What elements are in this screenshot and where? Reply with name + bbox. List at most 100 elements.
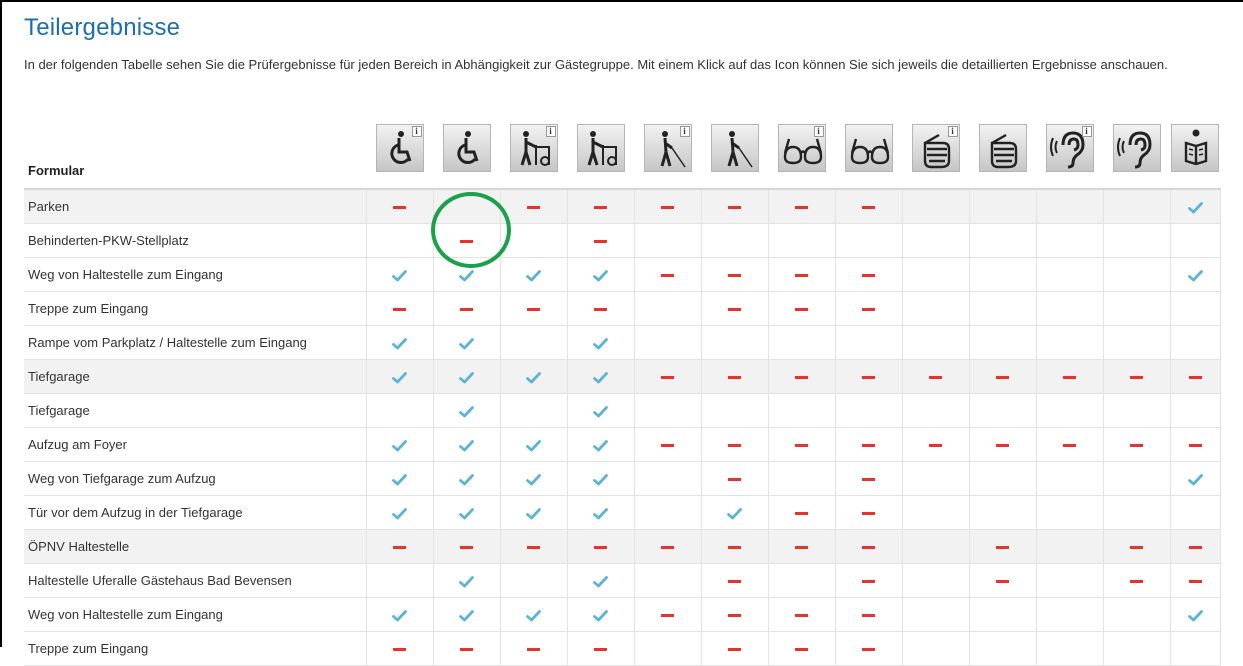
result-cell[interactable] [366, 461, 434, 496]
result-cell[interactable] [835, 257, 903, 292]
ear-icon[interactable] [1112, 123, 1161, 172]
result-cell[interactable] [366, 189, 434, 224]
ear-icon[interactable]: i [1045, 123, 1094, 172]
result-cell[interactable] [500, 257, 568, 292]
result-cell[interactable] [500, 189, 568, 224]
result-cell[interactable] [701, 359, 769, 394]
result-cell[interactable] [634, 257, 702, 292]
result-cell[interactable] [701, 461, 769, 496]
result-cell[interactable] [1103, 529, 1171, 564]
result-cell[interactable] [768, 631, 836, 666]
result-cell[interactable] [835, 189, 903, 224]
result-cell[interactable] [366, 325, 434, 360]
result-cell[interactable] [433, 597, 501, 632]
result-cell[interactable] [500, 291, 568, 326]
result-cell[interactable] [366, 631, 434, 666]
result-cell[interactable] [500, 597, 568, 632]
walker-icon[interactable]: i [509, 123, 558, 172]
result-cell[interactable] [500, 427, 568, 462]
glasses-icon[interactable] [844, 123, 893, 172]
walker-icon[interactable] [576, 123, 625, 172]
result-cell[interactable] [1036, 427, 1104, 462]
blind-cane-icon[interactable] [710, 123, 759, 172]
sign-language-icon[interactable] [978, 123, 1027, 172]
result-cell[interactable] [634, 529, 702, 564]
result-cell[interactable] [567, 325, 635, 360]
blind-cane-icon[interactable]: i [643, 123, 692, 172]
result-cell[interactable] [433, 393, 501, 428]
result-cell[interactable] [366, 597, 434, 632]
result-cell[interactable] [433, 257, 501, 292]
result-cell[interactable] [768, 427, 836, 462]
result-cell[interactable] [1103, 427, 1171, 462]
wheelchair-icon[interactable] [442, 123, 491, 172]
result-cell[interactable] [701, 529, 769, 564]
result-cell[interactable] [1170, 359, 1221, 394]
result-cell[interactable] [969, 359, 1037, 394]
result-cell[interactable] [1103, 563, 1171, 598]
result-cell[interactable] [366, 495, 434, 530]
result-cell[interactable] [567, 461, 635, 496]
result-cell[interactable] [835, 359, 903, 394]
result-cell[interactable] [433, 359, 501, 394]
result-cell[interactable] [768, 359, 836, 394]
reading-person-icon[interactable] [1171, 123, 1219, 172]
result-cell[interactable] [969, 427, 1037, 462]
result-cell[interactable] [1103, 359, 1171, 394]
result-cell[interactable] [835, 631, 903, 666]
glasses-icon[interactable]: i [777, 123, 826, 172]
result-cell[interactable] [366, 359, 434, 394]
result-cell[interactable] [500, 461, 568, 496]
result-cell[interactable] [902, 427, 970, 462]
result-cell[interactable] [366, 291, 434, 326]
result-cell[interactable] [433, 563, 501, 598]
result-cell[interactable] [835, 291, 903, 326]
result-cell[interactable] [500, 495, 568, 530]
result-cell[interactable] [433, 291, 501, 326]
result-cell[interactable] [500, 529, 568, 564]
result-cell[interactable] [1036, 359, 1104, 394]
result-cell[interactable] [768, 529, 836, 564]
result-cell[interactable] [567, 393, 635, 428]
result-cell[interactable] [567, 597, 635, 632]
result-cell[interactable] [701, 189, 769, 224]
result-cell[interactable] [969, 563, 1037, 598]
result-cell[interactable] [500, 631, 568, 666]
result-cell[interactable] [634, 427, 702, 462]
result-cell[interactable] [768, 291, 836, 326]
result-cell[interactable] [768, 495, 836, 530]
result-cell[interactable] [701, 563, 769, 598]
result-cell[interactable] [835, 427, 903, 462]
result-cell[interactable] [768, 257, 836, 292]
result-cell[interactable] [701, 597, 769, 632]
result-cell[interactable] [1170, 427, 1221, 462]
result-cell[interactable] [433, 495, 501, 530]
result-cell[interactable] [366, 257, 434, 292]
result-cell[interactable] [366, 529, 434, 564]
result-cell[interactable] [701, 495, 769, 530]
result-cell[interactable] [500, 359, 568, 394]
result-cell[interactable] [567, 529, 635, 564]
wheelchair-icon[interactable]: i [375, 123, 424, 172]
result-cell[interactable] [1170, 461, 1221, 496]
result-cell[interactable] [835, 529, 903, 564]
result-cell[interactable] [701, 257, 769, 292]
result-cell[interactable] [567, 223, 635, 258]
result-cell[interactable] [1170, 563, 1221, 598]
result-cell[interactable] [433, 631, 501, 666]
result-cell[interactable] [433, 427, 501, 462]
sign-language-icon[interactable]: i [911, 123, 960, 172]
result-cell[interactable] [1170, 189, 1221, 224]
result-cell[interactable] [567, 359, 635, 394]
result-cell[interactable] [366, 427, 434, 462]
result-cell[interactable] [567, 495, 635, 530]
result-cell[interactable] [567, 291, 635, 326]
result-cell[interactable] [567, 631, 635, 666]
result-cell[interactable] [634, 359, 702, 394]
result-cell[interactable] [433, 461, 501, 496]
result-cell[interactable] [567, 427, 635, 462]
result-cell[interactable] [969, 529, 1037, 564]
result-cell[interactable] [567, 257, 635, 292]
result-cell[interactable] [902, 359, 970, 394]
result-cell[interactable] [701, 427, 769, 462]
